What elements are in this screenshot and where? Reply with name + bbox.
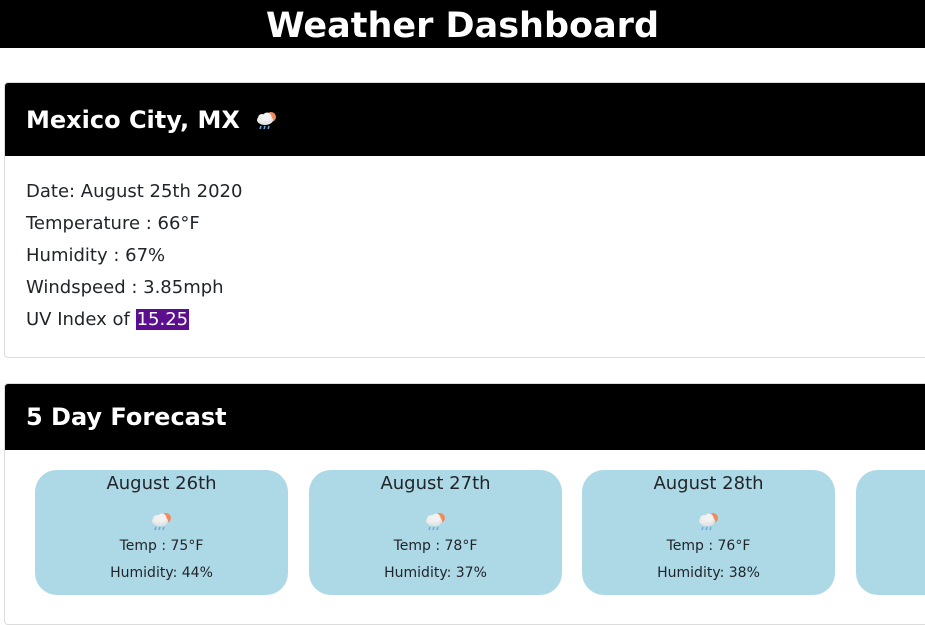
cloud-rain-sun-icon [696,510,722,532]
forecast-date: August 26th [106,473,217,494]
date-line: Date: August 25th 2020 [26,181,243,202]
forecast-day-card: August 26th Temp : 75°F Humidity: 44% [35,470,288,595]
current-weather-details: Date: August 25th 2020 Temperature : 66°… [5,156,925,336]
cloud-rain-sun-icon [149,510,175,532]
city-name: Mexico City, MX [26,105,240,134]
forecast-temp: Temp : 78°F [393,538,478,554]
windspeed-line: Windspeed : 3.85mph [26,277,224,298]
forecast-temp: Temp : 75°F [119,538,204,554]
humidity-line: Humidity : 67% [26,245,166,266]
temperature-line: Temperature : 66°F [26,213,200,234]
forecast-card: 5 Day Forecast August 26th Temp : 75°F H… [4,383,925,625]
forecast-date: August 27th [380,473,491,494]
uv-index-badge: 15.25 [135,309,190,330]
forecast-day-card: August 27th Temp : 78°F Humidity: 37% [309,470,562,595]
forecast-humidity: Humidity: 38% [657,565,760,581]
current-weather-header: Mexico City, MX [5,83,925,156]
page-title: Weather Dashboard [0,0,925,48]
forecast-day-card-partial [856,470,925,595]
forecast-day-card: August 28th Temp : 76°F Humidity: 38% [582,470,835,595]
uv-index-label: UV Index of [26,309,136,330]
forecast-header: 5 Day Forecast [5,384,925,450]
forecast-humidity: Humidity: 44% [110,565,213,581]
current-weather-card: Mexico City, MX Date: August 25th 2020 T… [4,82,925,358]
forecast-temp: Temp : 76°F [666,538,751,554]
cloud-rain-sun-icon [254,109,280,131]
forecast-title: 5 Day Forecast [26,403,227,431]
uv-index-line: UV Index of 15.25 [26,304,925,336]
cloud-rain-sun-icon [423,510,449,532]
forecast-date: August 28th [653,473,764,494]
forecast-humidity: Humidity: 37% [384,565,487,581]
